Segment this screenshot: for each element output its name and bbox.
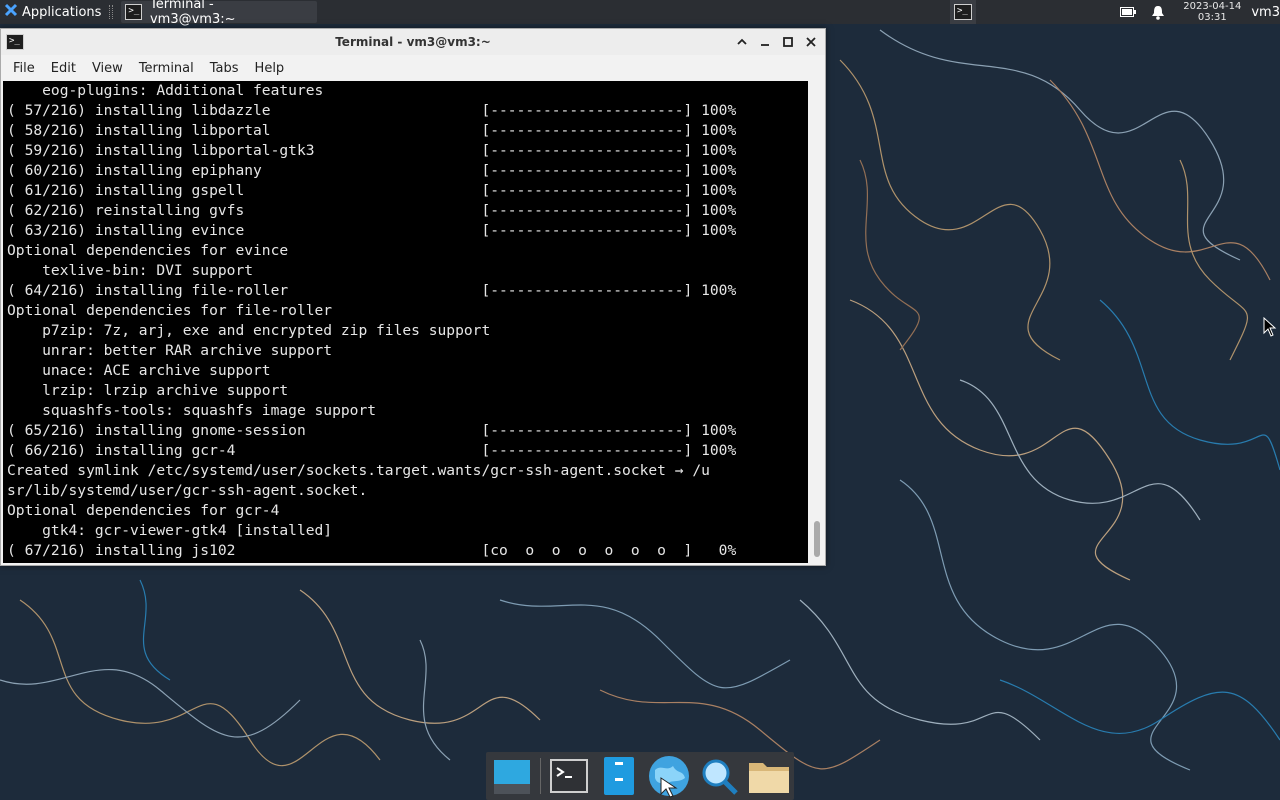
terminal-line: ( 57/216) installing libdazzle [--------… (7, 102, 737, 119)
terminal-line: ( 67/216) installing js102 [co o o o o o… (7, 542, 737, 559)
terminal-icon: >_ (125, 4, 142, 20)
user-menu[interactable]: vm3 (1251, 5, 1280, 20)
battery-icon[interactable] (1119, 3, 1137, 21)
app-finder-icon (702, 759, 738, 795)
clock-time: 03:31 (1197, 12, 1227, 23)
terminal-line: ( 64/216) installing file-roller [------… (7, 282, 737, 299)
terminal-launcher-dock[interactable] (547, 754, 591, 798)
terminal-line: sr/lib/systemd/user/gcr-ssh-agent.socket… (7, 482, 368, 499)
terminal-line: unace: ACE archive support (7, 362, 271, 379)
dock (486, 752, 794, 800)
terminal-line: ( 62/216) reinstalling gvfs [-----------… (7, 202, 737, 219)
clock-date: 2023-04-14 (1183, 1, 1242, 12)
minimize-button[interactable] (756, 33, 773, 50)
file-manager-launcher[interactable] (597, 754, 641, 798)
terminal-line: Optional dependencies for evince (7, 242, 289, 259)
panel-separator (109, 5, 114, 19)
file-manager-icon (604, 757, 634, 795)
notification-bell-icon[interactable] (1149, 3, 1167, 21)
terminal-line: squashfs-tools: squashfs image support (7, 402, 377, 419)
dock-separator (540, 758, 541, 794)
window-titlebar[interactable]: >_ Terminal - vm3@vm3:~ (1, 29, 825, 55)
show-desktop-button[interactable] (490, 754, 534, 798)
terminal-line: ( 63/216) installing evince [-----------… (7, 222, 737, 239)
close-button[interactable] (802, 33, 819, 50)
terminal-line: ( 58/216) installing libportal [--------… (7, 122, 737, 139)
task-title: Terminal - vm3@vm3:~ (149, 0, 236, 27)
applications-menu[interactable]: Applications (0, 0, 105, 24)
terminal-output[interactable]: eog-plugins: Additional features ( 57/21… (3, 81, 808, 563)
terminal-icon (550, 759, 588, 793)
terminal-line: eog-plugins: Additional features (7, 82, 324, 99)
terminal-line: ( 59/216) installing libportal-gtk3 [---… (7, 142, 737, 159)
scrollbar-thumb[interactable] (814, 521, 820, 557)
menu-view[interactable]: View (84, 61, 131, 76)
maximize-button[interactable] (779, 33, 796, 50)
terminal-scrollbar[interactable] (809, 81, 825, 563)
terminal-line: ( 65/216) installing gnome-session [----… (7, 422, 737, 439)
web-browser-icon (649, 756, 689, 798)
applications-label: Applications (22, 4, 102, 20)
folder-icon (749, 763, 789, 793)
menu-tabs[interactable]: Tabs (202, 61, 247, 76)
menubar: File Edit View Terminal Tabs Help (1, 55, 825, 81)
terminal-line: ( 60/216) installing epiphany [---------… (7, 162, 737, 179)
menu-terminal[interactable]: Terminal (131, 61, 202, 76)
mouse-cursor-icon (1263, 317, 1277, 337)
terminal-line: p7zip: 7z, arj, exe and encrypted zip fi… (7, 322, 491, 339)
taskbar-terminal-button[interactable]: >_ Terminal - vm3@vm3:~ (121, 0, 318, 27)
top-panel: Applications >_ Terminal - vm3@vm3:~ >_ … (0, 0, 1280, 27)
terminal-window: >_ Terminal - vm3@vm3:~ File Edit View T… (0, 28, 826, 566)
app-finder-launcher[interactable] (697, 754, 741, 798)
terminal-launcher[interactable]: >_ (950, 0, 976, 24)
terminal-line: ( 61/216) installing gspell [-----------… (7, 182, 737, 199)
menu-help[interactable]: Help (247, 61, 293, 76)
terminal-line: gtk4: gcr-viewer-gtk4 [installed] (7, 522, 333, 539)
desktop-icon (494, 760, 530, 794)
terminal-line: ( 66/216) installing gcr-4 [------------… (7, 442, 737, 459)
terminal-line: texlive-bin: DVI support (7, 262, 254, 279)
menu-file[interactable]: File (5, 61, 43, 76)
home-folder-launcher[interactable] (747, 754, 791, 798)
terminal-line: Created symlink /etc/systemd/user/socket… (7, 462, 710, 479)
web-browser-launcher[interactable] (647, 754, 691, 798)
terminal-line: unrar: better RAR archive support (7, 342, 333, 359)
terminal-line: lrzip: lrzip archive support (7, 382, 289, 399)
menu-edit[interactable]: Edit (43, 61, 84, 76)
terminal-line: Optional dependencies for file-roller (7, 302, 333, 319)
window-title: Terminal - vm3@vm3:~ (335, 35, 491, 49)
clock[interactable]: 2023-04-14 03:31 (1183, 1, 1241, 23)
terminal-icon: >_ (954, 4, 972, 20)
shade-button[interactable] (733, 33, 750, 50)
terminal-line: Optional dependencies for gcr-4 (7, 502, 280, 519)
xfce-logo-icon (4, 3, 18, 21)
